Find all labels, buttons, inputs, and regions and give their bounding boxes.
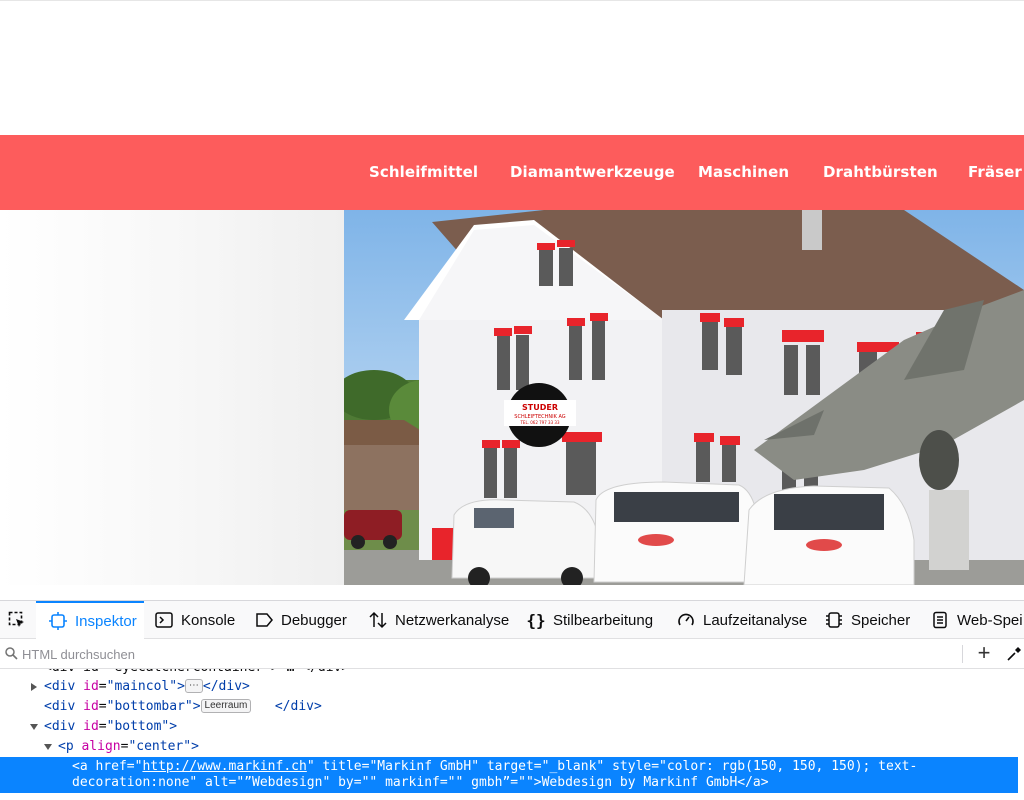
collapsed-ellipsis-badge[interactable]: ⋯ [184, 679, 203, 693]
storage-icon [930, 610, 950, 630]
tab-network[interactable]: Netzwerkanalyse [368, 601, 509, 639]
tag-name: <div [44, 699, 76, 714]
nav-item-maschinen[interactable]: Maschinen [698, 163, 789, 181]
debugger-icon [254, 610, 274, 630]
eyedropper-icon[interactable] [1006, 646, 1022, 667]
collapse-triangle-icon[interactable] [29, 717, 39, 737]
tab-memory[interactable]: Speicher [824, 601, 910, 639]
performance-icon [676, 610, 696, 630]
tab-console-label: Konsole [181, 611, 236, 629]
inspector-icon [48, 611, 68, 631]
attr-value: "bottom" [106, 719, 170, 734]
nav-item-schleifmittel[interactable]: Schleifmittel [369, 163, 478, 181]
tab-performance-label: Laufzeitanalyse [703, 611, 808, 629]
collapse-triangle-icon[interactable] [43, 737, 53, 757]
tab-memory-label: Speicher [851, 611, 911, 629]
sign-text-studer: STUDER [522, 403, 558, 412]
tab-debugger[interactable]: Debugger [254, 601, 347, 639]
tab-style-editor[interactable]: {} Stilbearbeitung [526, 601, 653, 639]
tab-console[interactable]: Konsole [154, 601, 235, 639]
tag-end: </div> [274, 699, 322, 714]
tag-name: <p [58, 739, 74, 754]
selected-anchor-href[interactable]: http://www.markinf.ch [142, 759, 306, 774]
sign-text-phone: TEL. 062 797 33 33 [519, 420, 559, 425]
tag-end: </div> [202, 679, 250, 694]
nav-item-diamantwerkzeuge[interactable]: Diamantwerkzeuge [510, 163, 675, 181]
attr-value: "maincol" [106, 679, 178, 694]
tree-row[interactable]: <p align="center"> [0, 737, 1024, 757]
devtools-panel: Inspektor Konsole Debugger Netzwerkanaly… [0, 600, 1024, 800]
tag-name: <div [44, 679, 76, 694]
add-node-button[interactable]: + [972, 641, 996, 665]
toolbar-separator [962, 645, 963, 663]
html-search-input[interactable] [22, 644, 922, 664]
tree-row[interactable]: <div id="maincol"> ⋯ </div> [0, 677, 1024, 697]
tab-performance[interactable]: Laufzeitanalyse [676, 601, 807, 639]
network-icon [368, 610, 388, 630]
tab-inspector-label: Inspektor [75, 612, 137, 630]
selected-anchor-prefix: <a href=" [72, 759, 143, 774]
memory-icon [824, 610, 844, 630]
tag-close: > [177, 679, 185, 694]
devtools-toolbar: Inspektor Konsole Debugger Netzwerkanaly… [0, 601, 1024, 639]
tag-name: <div [44, 719, 76, 734]
site-header [0, 4, 1024, 135]
tag-close: > [192, 699, 201, 714]
hero-left-gradient [0, 210, 344, 585]
html-search-bar: + [0, 639, 1024, 669]
attr-name: align [81, 739, 121, 754]
style-editor-icon: {} [526, 610, 546, 630]
tab-debugger-label: Debugger [281, 611, 347, 629]
markup-tree: <div id="eyecatchercontainer"> … </div> … [0, 669, 1024, 800]
attr-name: id [83, 699, 99, 714]
search-icon [5, 647, 18, 665]
main-navigation: Schleifmittel Diamantwerkzeuge Maschinen… [0, 135, 1024, 210]
expand-triangle-icon[interactable] [29, 677, 39, 697]
tree-row-selected[interactable]: <a href="http://www.markinf.ch" title="M… [0, 757, 1018, 793]
tab-storage-label: Web-Spei [957, 611, 1023, 629]
tag-close: > [191, 739, 199, 754]
tab-style-editor-label: Stilbearbeitung [553, 611, 654, 629]
hero-image: STUDER SCHLEIFTECHNIK AG TEL. 062 797 33… [344, 210, 1024, 585]
nav-item-drahtbuersten[interactable]: Drahtbürsten [823, 163, 938, 181]
tree-row[interactable]: <div id="bottombar"> Leerraum </div> [0, 697, 1024, 717]
console-icon [154, 610, 174, 630]
attr-value: "bottombar" [106, 699, 193, 714]
attr-name: id [83, 719, 99, 734]
tab-network-label: Netzwerkanalyse [395, 611, 510, 629]
tab-storage[interactable]: Web-Spei [930, 601, 1023, 639]
element-picker-icon[interactable] [0, 601, 34, 639]
whitespace-badge: Leerraum [200, 699, 252, 713]
attr-value: "center" [128, 739, 192, 754]
attr-name: id [83, 679, 99, 694]
tag-close: > [169, 719, 178, 734]
tab-inspector[interactable]: Inspektor [36, 601, 144, 639]
nav-item-fraeser[interactable]: Fräser u [968, 163, 1024, 181]
tree-row[interactable]: <div id="bottom"> [0, 717, 1024, 737]
